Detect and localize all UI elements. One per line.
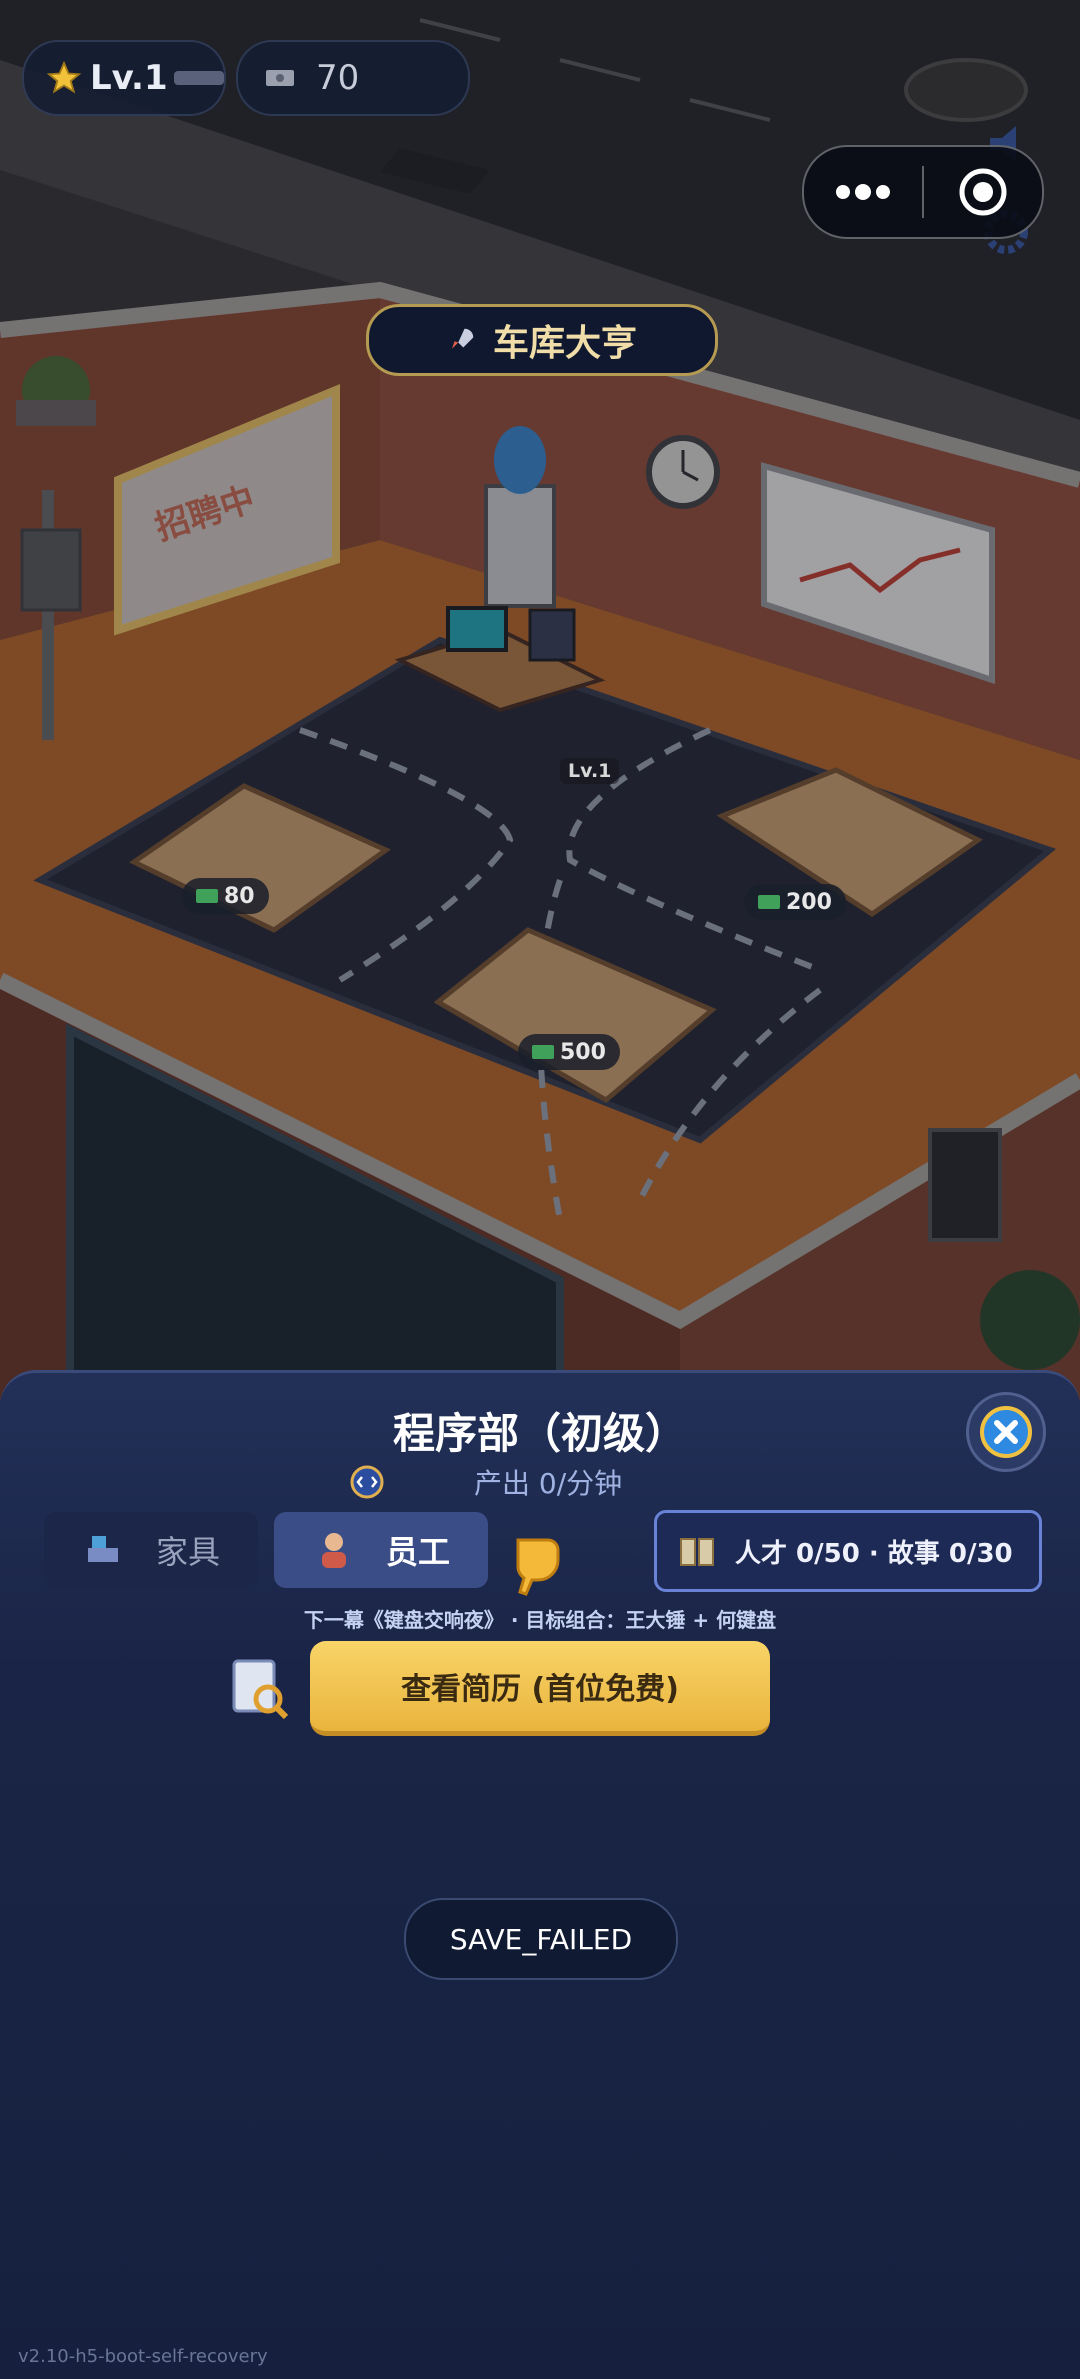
slot-price-label: 200	[786, 889, 832, 915]
staff-icon	[322, 1533, 346, 1568]
target-circle-icon	[959, 168, 1007, 216]
slot-price-tag[interactable]: 200	[744, 884, 846, 920]
save-status-toast: SAVE_FAILED	[404, 1898, 678, 1980]
desk-level-label: Lv.1	[560, 758, 620, 784]
resume-row: 查看简历 (首位免费)	[224, 1640, 770, 1736]
furniture-icon	[88, 1536, 118, 1562]
tab-label: 员工	[386, 1533, 451, 1571]
view-resume-button[interactable]: 查看简历 (首位免费)	[310, 1640, 770, 1736]
location-title-banner: 车库大亨	[366, 304, 718, 376]
cash-icon	[266, 70, 294, 86]
more-dots-icon	[836, 184, 890, 200]
next-act-hint: 下一幕《键盘交响夜》 · 目标组合：王大锤 + 何键盘	[303, 1608, 777, 1632]
output-row: 产出 0/分钟	[350, 1462, 622, 1502]
slot-price-label: 500	[560, 1039, 606, 1065]
currency-value: 70	[316, 58, 360, 98]
open-book-icon	[680, 1538, 714, 1566]
resume-search-icon	[232, 1659, 289, 1720]
level-progress-bar	[173, 71, 224, 85]
cash-icon	[758, 895, 780, 909]
more-options-button[interactable]	[804, 147, 922, 237]
close-panel-button[interactable]	[966, 1392, 1046, 1472]
close-miniprogram-button[interactable]	[924, 147, 1042, 237]
cash-icon	[532, 1045, 554, 1059]
cash-icon	[196, 889, 218, 903]
slot-price-tag[interactable]: 80	[182, 878, 269, 914]
tab-furniture[interactable]: 家具	[44, 1512, 258, 1588]
currency-indicator[interactable]: 70	[236, 40, 470, 116]
rocket-icon	[451, 328, 474, 349]
miniprogram-capsule	[802, 145, 1044, 239]
slot-price-label: 80	[224, 883, 255, 909]
code-badge-icon	[350, 1465, 384, 1499]
version-label: v2.10-h5-boot-self-recovery	[18, 2346, 268, 2367]
talent-story-text: 人才 0/50 · 故事 0/30	[735, 1538, 1013, 1569]
pointing-hand-icon	[516, 1538, 560, 1596]
level-indicator[interactable]: Lv.1	[22, 40, 226, 116]
tab-staff[interactable]: 员工	[274, 1512, 488, 1588]
talent-story-counter[interactable]: 人才 0/50 · 故事 0/30	[654, 1510, 1042, 1592]
output-rate: 产出 0/分钟	[474, 1467, 623, 1500]
location-title: 车库大亨	[492, 323, 637, 364]
tab-label: 家具	[156, 1533, 221, 1571]
panel-title: 程序部（初级）	[392, 1409, 687, 1458]
level-label: Lv.1	[90, 58, 168, 98]
slot-price-tag[interactable]: 500	[518, 1034, 620, 1070]
close-icon	[980, 1406, 1032, 1458]
star-icon	[46, 60, 82, 94]
